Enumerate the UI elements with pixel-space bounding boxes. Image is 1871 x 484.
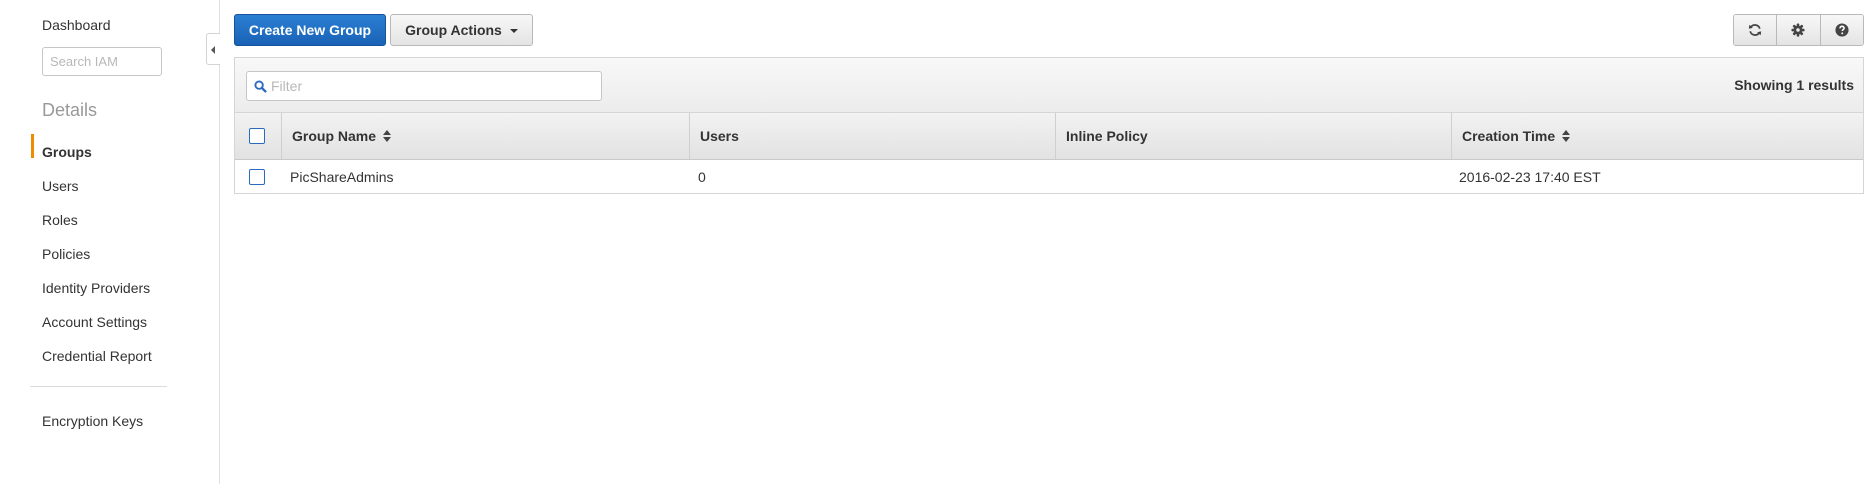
results-count: Showing 1 results: [1734, 77, 1854, 93]
sidebar-item-identity-providers[interactable]: Identity Providers: [42, 280, 150, 296]
row-checkbox[interactable]: [249, 169, 265, 185]
group-actions-label: Group Actions: [405, 22, 502, 38]
filter-input[interactable]: [271, 72, 596, 100]
select-all-cell: [235, 113, 282, 159]
row-checkbox-cell: [249, 160, 265, 194]
column-header-inline-policy: Inline Policy: [1056, 113, 1452, 159]
sidebar-item-account-settings[interactable]: Account Settings: [42, 314, 147, 330]
help-icon: [1835, 23, 1849, 37]
creation-time-cell: 2016-02-23 17:40 EST: [1459, 169, 1601, 185]
settings-button[interactable]: [1777, 15, 1821, 45]
active-indicator: [31, 134, 34, 158]
column-label: Group Name: [292, 128, 377, 144]
create-new-group-button[interactable]: Create New Group: [234, 14, 386, 46]
column-label: Creation Time: [1462, 128, 1556, 144]
column-header-group-name[interactable]: Group Name: [282, 113, 690, 159]
column-header-users: Users: [690, 113, 1056, 159]
column-label: Users: [700, 128, 739, 144]
sidebar: Dashboard Details Groups Users Roles Pol…: [0, 0, 220, 484]
sidebar-item-groups[interactable]: Groups: [42, 144, 92, 160]
group-name-cell[interactable]: PicShareAdmins: [290, 160, 394, 194]
refresh-button[interactable]: [1734, 15, 1778, 45]
column-header-creation-time[interactable]: Creation Time: [1452, 113, 1863, 159]
collapse-sidebar-button[interactable]: [206, 33, 220, 65]
sidebar-item-roles[interactable]: Roles: [42, 212, 78, 228]
users-cell: 0: [698, 169, 706, 185]
sort-icon[interactable]: [1562, 130, 1571, 142]
column-label: Inline Policy: [1066, 128, 1148, 144]
toolbar-icon-group: [1733, 14, 1864, 46]
groups-table-panel: Showing 1 results Group Name Users Inlin…: [234, 57, 1864, 194]
filter-box: [246, 71, 602, 101]
help-button[interactable]: [1820, 15, 1863, 45]
search-icon: [254, 80, 267, 93]
details-section-title: Details: [42, 100, 98, 120]
group-actions-button[interactable]: Group Actions: [390, 14, 533, 46]
caret-down-icon: [509, 29, 518, 34]
sidebar-item-users[interactable]: Users: [42, 178, 79, 194]
sidebar-item-credential-report[interactable]: Credential Report: [42, 348, 152, 364]
sort-icon[interactable]: [383, 130, 392, 142]
table-row[interactable]: PicShareAdmins 0 2016-02-23 17:40 EST: [235, 160, 1845, 194]
select-all-checkbox[interactable]: [249, 128, 265, 144]
table-header: Group Name Users Inline Policy Creation …: [235, 113, 1863, 160]
filter-bar: Showing 1 results: [235, 58, 1863, 113]
refresh-icon: [1749, 24, 1762, 36]
sidebar-item-policies[interactable]: Policies: [42, 246, 90, 262]
search-iam-input[interactable]: [42, 47, 162, 76]
sidebar-divider: [30, 386, 167, 387]
gear-icon: [1791, 23, 1806, 37]
sidebar-item-encryption-keys[interactable]: Encryption Keys: [42, 413, 143, 429]
sidebar-item-dashboard[interactable]: Dashboard: [42, 17, 111, 33]
